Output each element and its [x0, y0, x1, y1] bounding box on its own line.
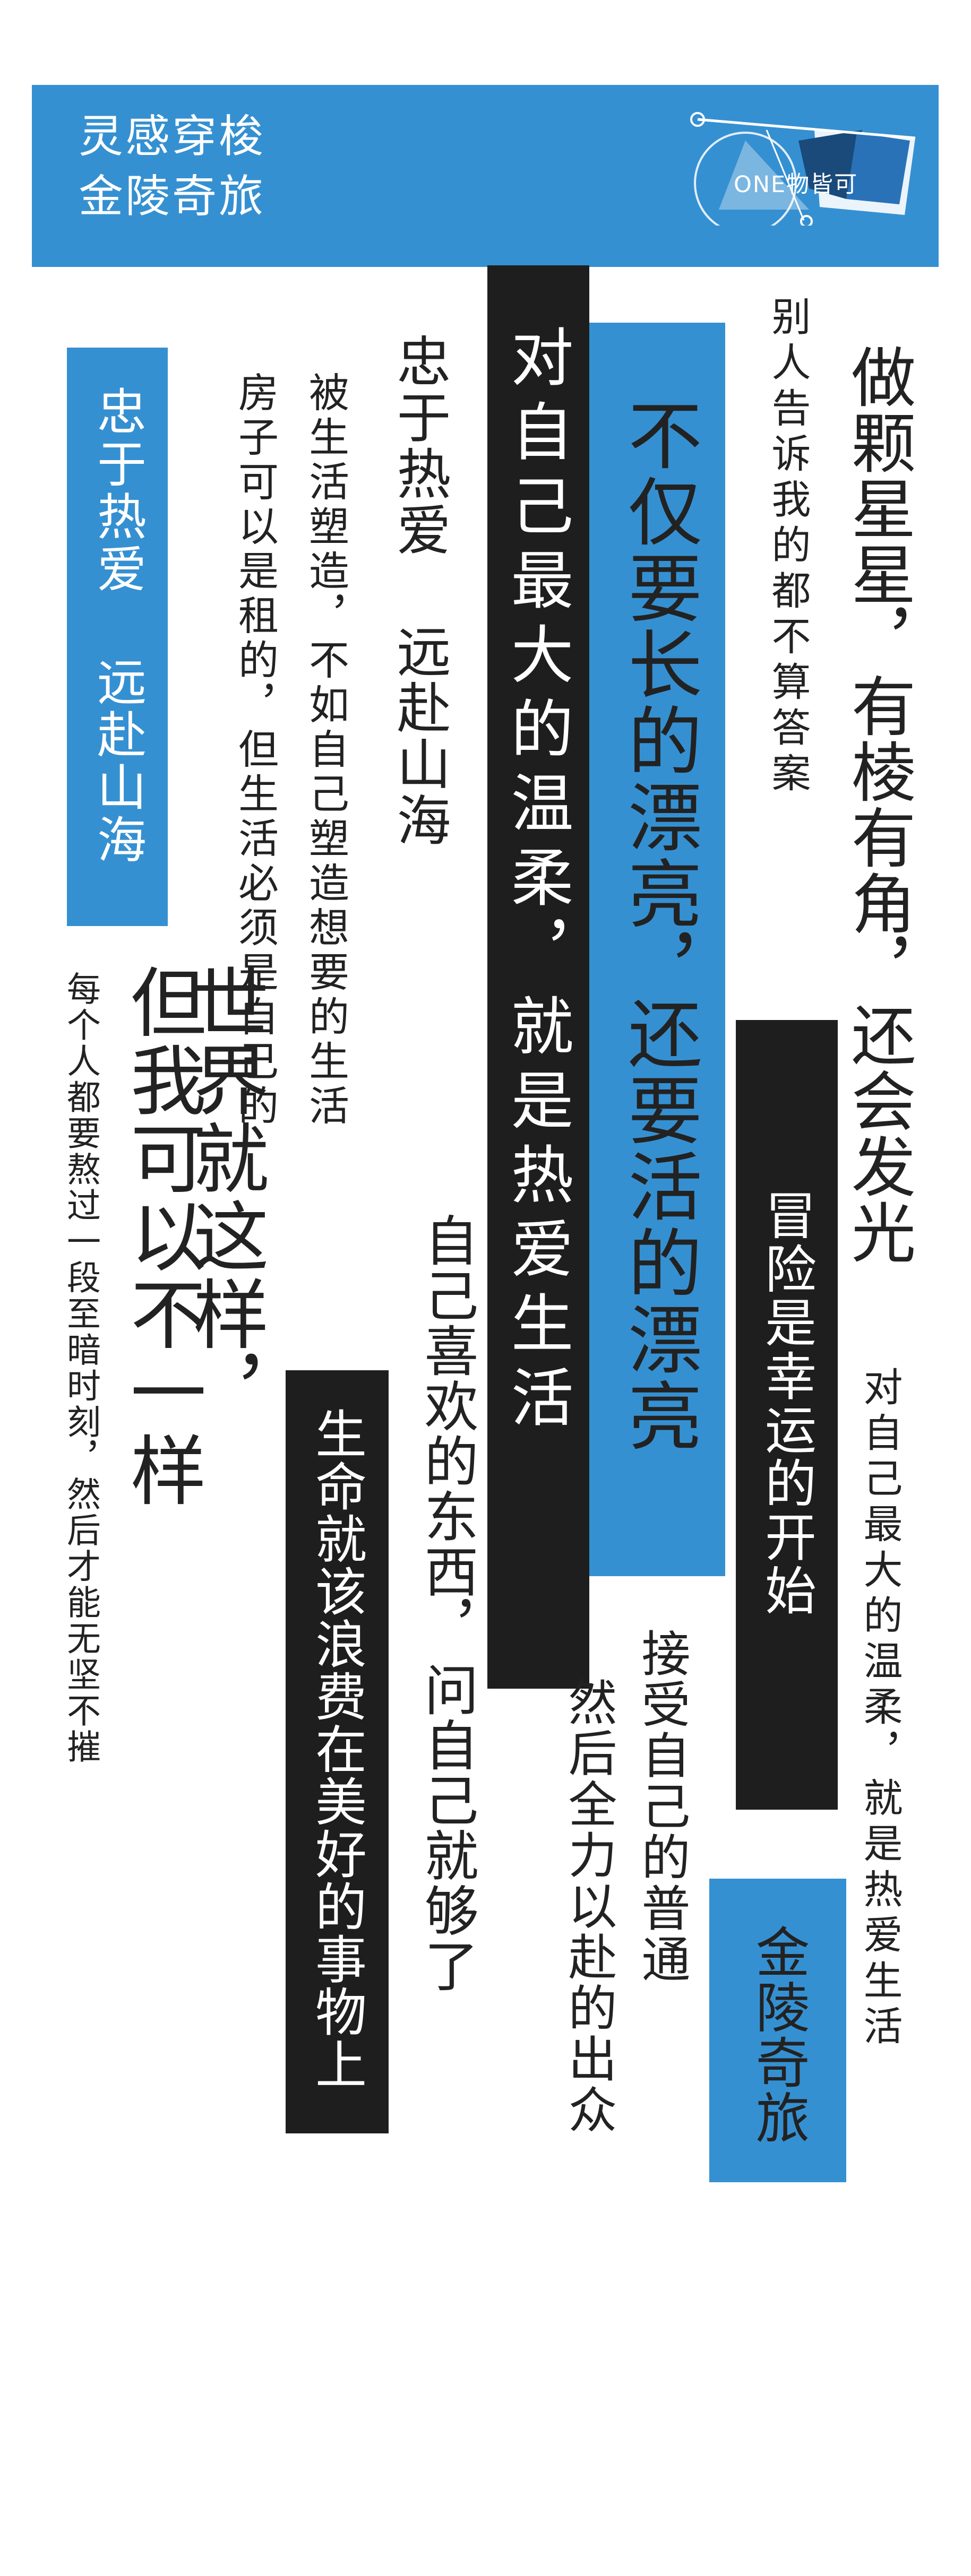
dark-banner-waste-text: 生命就该浪费在美好的事物上: [306, 1407, 366, 2090]
dark-banner-waste: 生命就该浪费在美好的事物上: [286, 1370, 389, 2133]
phrase-shaped-line2: 房子可以是租的，但生活必须是自己的: [231, 371, 279, 1129]
phrase-star-line2: 还会发光: [840, 1002, 916, 1265]
dark-banner-risk-text: 冒险是幸运的开始: [756, 1189, 816, 1618]
brand-logo: ONE物皆可: [687, 109, 936, 235]
phrase-accept-line1: 接受自己的普通: [633, 1628, 690, 1985]
blue-banner-jinling: 金陵奇旅: [709, 1879, 846, 2182]
blue-banner-loyal-text: 忠于热爱 远赴山海: [89, 386, 146, 867]
header-title-line1: 灵感穿梭: [79, 110, 266, 162]
header-banner: 灵感穿梭 金陵奇旅 ONE物皆可: [32, 85, 939, 267]
dark-banner-gentle: 对自己最大的温柔，就是热爱生活: [487, 265, 589, 1689]
header-title-line2: 金陵奇旅: [79, 170, 266, 222]
phrase-loyal: 忠于热爱 远赴山海: [388, 333, 451, 849]
blue-banner-pretty-line2: 还要活的漂亮: [615, 996, 702, 1454]
dark-banner-risk: 冒险是幸运的开始: [736, 1020, 838, 1810]
phrase-others: 别人告诉我的都不算答案: [765, 296, 811, 798]
phrase-gentle-small: 对自己最大的温柔，就是热爱生活: [857, 1367, 903, 2051]
phrase-accept-line2: 然后全力以赴的出众: [560, 1677, 617, 2136]
logo-text: ONE物皆可: [734, 171, 858, 198]
phrase-like-line2: 问自己就够了: [415, 1662, 478, 1993]
phrase-like-line1: 自己喜欢的东西，: [415, 1213, 478, 1654]
phrase-shaped-line1: 被生活塑造，不如自己塑造想要的生活: [302, 371, 349, 1129]
blue-banner-pretty-line1: 不仅要长的漂亮，: [615, 397, 702, 1008]
blue-banner-pretty: 不仅要长的漂亮， 还要活的漂亮: [589, 323, 725, 1576]
phrase-star-line1: 做颗星星，有棱有角，: [840, 344, 916, 1002]
dark-banner-gentle-text: 对自己最大的温柔，就是热爱生活: [500, 325, 573, 1439]
blue-banner-jinling-text: 金陵奇旅: [746, 1924, 810, 2145]
phrase-world-line2: 但我可以不一样: [117, 963, 207, 1509]
blue-banner-loyal: 忠于热爱 远赴山海: [67, 348, 168, 926]
phrase-every-person: 每个人都要熬过一段至暗时刻，然后才能无坚不摧: [61, 971, 100, 1765]
